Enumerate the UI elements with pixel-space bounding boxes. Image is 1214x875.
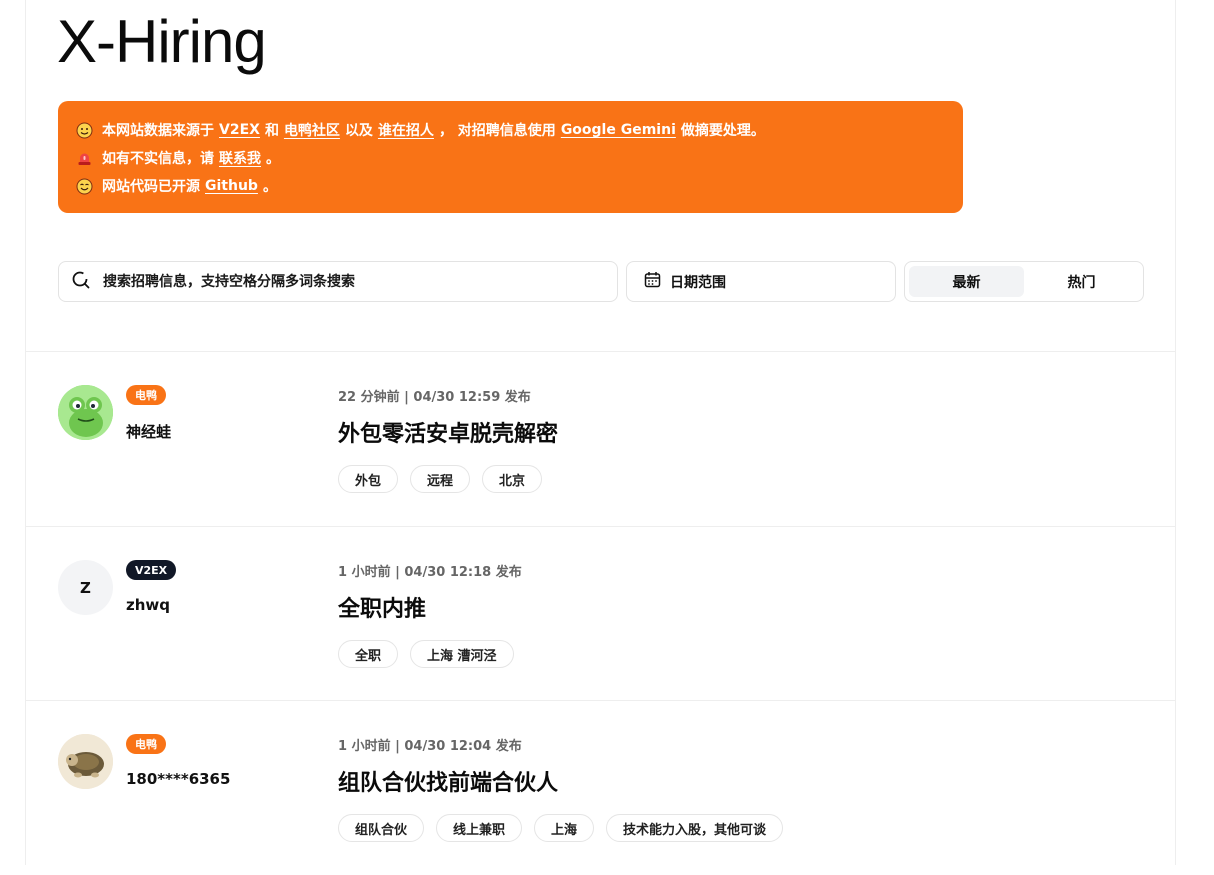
tag[interactable]: 北京: [482, 465, 543, 493]
notice-text: 以及: [344, 123, 373, 139]
tag[interactable]: 上海 漕河泾: [410, 640, 514, 668]
post-row[interactable]: Z V2EX zhwq 1 小时前 | 04/30 12:18 发布 全职内推 …: [26, 527, 1175, 701]
notice-line-sources: 本网站数据来源于 V2EX 和 电鸭社区 以及 谁在招人 ， 对招聘信息使用 G…: [76, 116, 945, 144]
v2ex-link[interactable]: V2EX: [219, 122, 260, 138]
source-badge: V2EX: [126, 560, 177, 580]
notice-line-contact: 如有不实信息，请 联系我 。: [76, 144, 945, 172]
post-title[interactable]: 全职内推: [338, 591, 426, 623]
siren-icon: [76, 150, 93, 167]
tag[interactable]: 组队合伙: [338, 814, 425, 842]
smiling-face-icon: [76, 122, 93, 139]
tag[interactable]: 上海: [534, 814, 595, 842]
notice-text: 。: [266, 151, 280, 167]
sort-hot-button[interactable]: 热门: [1024, 266, 1139, 297]
tag[interactable]: 远程: [410, 465, 471, 493]
smiling-face-icon: [76, 178, 93, 195]
notice-text: 和: [264, 123, 279, 139]
source-badge: 电鸭: [126, 734, 166, 754]
date-range-picker[interactable]: 日期范围: [626, 261, 896, 302]
avatar: [58, 385, 113, 440]
sort-latest-button[interactable]: 最新: [909, 266, 1024, 297]
notice-text: 本网站数据来源于: [102, 123, 214, 139]
username[interactable]: 神经蛙: [126, 421, 171, 442]
notice-line-github: 网站代码已开源 Github 。: [76, 172, 945, 200]
tag[interactable]: 全职: [338, 640, 399, 668]
notice-text: 。: [262, 179, 277, 195]
post-title[interactable]: 组队合伙找前端合伙人: [338, 765, 558, 797]
who-is-hiring-link[interactable]: 谁在招人: [378, 120, 434, 140]
notice-text: ， 对招聘信息使用: [438, 123, 556, 139]
search-icon: [71, 270, 91, 294]
dianya-link[interactable]: 电鸭社区: [284, 120, 340, 140]
post-row[interactable]: 电鸭 神经蛙 22 分钟前 | 04/30 12:59 发布 外包零活安卓脱壳解…: [26, 352, 1175, 526]
search-box[interactable]: [58, 261, 618, 302]
post-meta: 1 小时前 | 04/30 12:18 发布: [338, 565, 522, 580]
site-title: X-Hiring: [57, 8, 267, 75]
search-input[interactable]: [101, 272, 585, 291]
tag[interactable]: 线上兼职: [436, 814, 523, 842]
username[interactable]: 180****6365: [126, 770, 230, 788]
tag-list: 全职 上海 漕河泾: [338, 640, 514, 668]
google-gemini-link[interactable]: Google Gemini: [561, 122, 676, 138]
tag[interactable]: 外包: [338, 465, 399, 493]
github-link[interactable]: Github: [205, 178, 258, 194]
post-meta: 1 小时前 | 04/30 12:04 发布: [338, 739, 522, 754]
post-row[interactable]: 电鸭 180****6365 1 小时前 | 04/30 12:04 发布 组队…: [26, 701, 1175, 875]
notice-banner: 本网站数据来源于 V2EX 和 电鸭社区 以及 谁在招人 ， 对招聘信息使用 G…: [58, 101, 963, 213]
notice-text: 网站代码已开源: [102, 179, 200, 195]
tag-list: 组队合伙 线上兼职 上海 技术能力入股，其他可谈: [338, 814, 784, 842]
source-badge: 电鸭: [126, 385, 166, 405]
username[interactable]: zhwq: [126, 596, 170, 614]
date-range-label: 日期范围: [670, 274, 726, 291]
turtle-avatar-icon: [58, 734, 113, 789]
notice-text: 做摘要处理。: [680, 123, 765, 139]
frog-avatar-icon: [58, 385, 113, 440]
calendar-icon: [644, 271, 661, 292]
avatar: Z: [58, 560, 113, 615]
post-title[interactable]: 外包零活安卓脱壳解密: [338, 416, 558, 448]
tag[interactable]: 技术能力入股，其他可谈: [606, 814, 784, 842]
notice-text: 如有不实信息，请: [102, 151, 214, 167]
tag-list: 外包 远程 北京: [338, 465, 543, 493]
avatar: [58, 734, 113, 789]
contact-me-link[interactable]: 联系我: [219, 148, 261, 168]
post-meta: 22 分钟前 | 04/30 12:59 发布: [338, 390, 531, 405]
sort-toggle: 最新 热门: [904, 261, 1144, 302]
